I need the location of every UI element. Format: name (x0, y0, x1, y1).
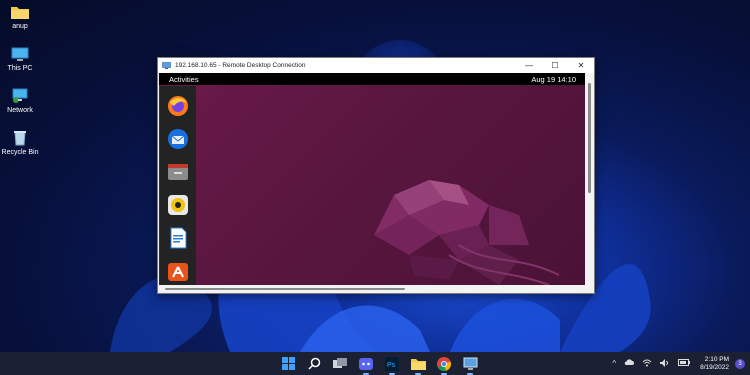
battery-icon[interactable] (678, 359, 691, 368)
rdp-title: 192.168.10.65 - Remote Desktop Connectio… (175, 62, 306, 69)
thunderbird-icon[interactable] (165, 127, 191, 151)
chrome-icon[interactable] (436, 356, 452, 375)
close-button[interactable]: ✕ (568, 58, 594, 73)
rdp-titlebar[interactable]: 192.168.10.65 - Remote Desktop Connectio… (158, 58, 594, 73)
firefox-icon[interactable] (165, 94, 191, 118)
maximize-button[interactable]: ☐ (542, 58, 568, 73)
horizontal-scroll-thumb[interactable] (165, 288, 405, 290)
desktop-icon-label: Network (7, 107, 33, 114)
recycle-bin-icon (10, 130, 30, 146)
taskbar-apps: Ps (280, 352, 478, 375)
wifi-icon[interactable] (642, 359, 652, 369)
activities-button[interactable]: Activities (169, 75, 199, 84)
vertical-scrollbar[interactable] (585, 73, 594, 287)
files-icon[interactable] (165, 160, 191, 184)
libreoffice-writer-icon[interactable] (165, 226, 191, 250)
search-icon[interactable] (306, 356, 322, 372)
desktop-icon-anup[interactable]: anup (0, 4, 40, 30)
network-icon (10, 88, 30, 104)
photoshop-label: Ps (387, 362, 396, 369)
desktop-icon-this-pc[interactable]: This PC (0, 46, 40, 72)
taskbar: Ps ^ 2:10 PM 8/19/2022 3 (0, 352, 750, 375)
desktop-icon-label: anup (12, 23, 28, 30)
clock-date: 8/19/2022 (700, 363, 729, 371)
task-view-icon[interactable] (332, 356, 348, 372)
discord-icon[interactable] (358, 356, 374, 375)
taskbar-clock[interactable]: 2:10 PM 8/19/2022 (700, 356, 729, 372)
ubuntu-clock[interactable]: Aug 19 14:10 (531, 75, 576, 84)
ubuntu-dock (160, 86, 196, 287)
ubuntu-desktop[interactable] (159, 85, 586, 287)
file-explorer-icon[interactable] (410, 356, 426, 375)
desktop-icon-label: Recycle Bin (1, 149, 39, 156)
ubuntu-top-bar: Activities Aug 19 14:10 (159, 73, 586, 85)
desktop-icon-recycle-bin[interactable]: Recycle Bin (0, 130, 40, 156)
notification-badge[interactable]: 3 (735, 358, 745, 369)
remote-desktop-window[interactable]: 192.168.10.65 - Remote Desktop Connectio… (157, 57, 595, 294)
remote-desktop-icon[interactable] (462, 356, 478, 375)
desktop-icon-label: This PC (7, 65, 33, 72)
jellyfish-wallpaper (374, 180, 560, 286)
ubuntu-session[interactable]: Activities Aug 19 14:10 (159, 73, 586, 287)
software-center-icon[interactable] (165, 259, 191, 283)
cloud-icon[interactable] (624, 359, 635, 368)
desktop-icon-network[interactable]: Network (0, 88, 40, 114)
remote-desktop-icon (162, 62, 171, 69)
horizontal-scrollbar[interactable] (159, 285, 586, 293)
vertical-scroll-thumb[interactable] (588, 83, 591, 193)
volume-icon[interactable] (660, 358, 670, 369)
minimize-button[interactable]: — (516, 58, 542, 73)
show-hidden-icons-chevron[interactable]: ^ (612, 359, 616, 368)
system-tray: ^ 2:10 PM 8/19/2022 3 (608, 352, 750, 375)
folder-icon (10, 4, 30, 20)
rhythmbox-icon[interactable] (165, 193, 191, 217)
monitor-icon (10, 46, 30, 62)
photoshop-icon[interactable]: Ps (384, 356, 400, 375)
clock-time: 2:10 PM (704, 355, 729, 363)
windows-start-icon[interactable] (280, 356, 296, 372)
